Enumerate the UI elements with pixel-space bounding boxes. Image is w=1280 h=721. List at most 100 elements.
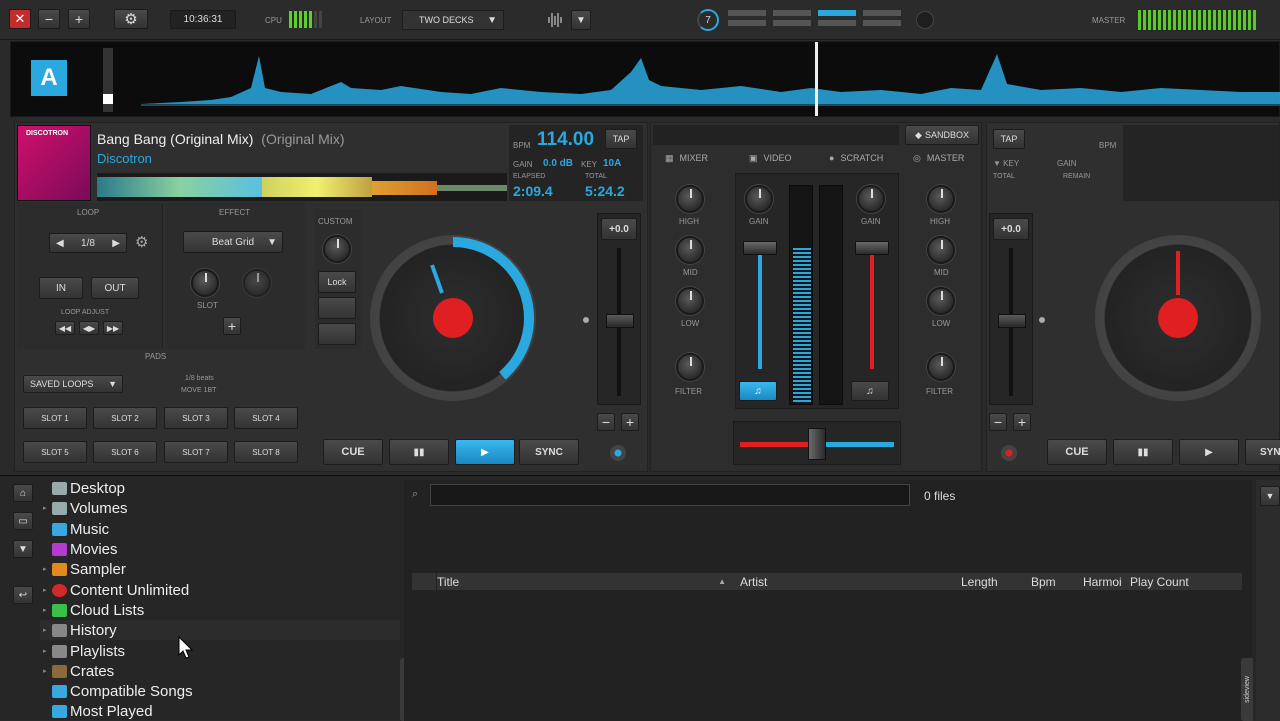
- crossfader-handle[interactable]: [808, 428, 826, 460]
- expander-icon[interactable]: ▸: [43, 667, 47, 675]
- loop-adjust-left[interactable]: ◀◀: [55, 321, 75, 335]
- tab-master[interactable]: ◎ MASTER: [913, 153, 964, 164]
- column-title[interactable]: Title ▲: [436, 573, 732, 590]
- expander-icon[interactable]: ▸: [43, 586, 47, 594]
- eq-low-knob-b[interactable]: [927, 287, 955, 315]
- loop-size-selector[interactable]: ◀ 1/8 ▶: [49, 233, 127, 253]
- gain-knob-a[interactable]: [745, 185, 773, 213]
- deck-segment[interactable]: [773, 10, 811, 16]
- pitch-minus-button[interactable]: −: [597, 413, 615, 431]
- pad-slot-8[interactable]: SLOT 8: [234, 441, 298, 463]
- pad-slot-3[interactable]: SLOT 3: [164, 407, 228, 429]
- jog-wheel[interactable]: [370, 235, 536, 401]
- deck-b-sync-button[interactable]: SYN: [1245, 439, 1280, 465]
- folder-content-unlimited[interactable]: Content Unlimited: [52, 580, 189, 600]
- deck-b-pitch-minus-button[interactable]: −: [989, 413, 1007, 431]
- pitch-plus-button[interactable]: +: [621, 413, 639, 431]
- loop-in-button[interactable]: IN: [39, 277, 83, 299]
- deck-b-tap-button[interactable]: TAP: [993, 129, 1025, 149]
- folder-cloud-lists[interactable]: Cloud Lists: [52, 600, 144, 620]
- saved-loops-select[interactable]: SAVED LOOPS ▼: [23, 375, 123, 393]
- effect-select[interactable]: Beat Grid ▼: [183, 231, 283, 253]
- close-button[interactable]: ✕: [9, 9, 31, 29]
- play-button[interactable]: ▶: [455, 439, 515, 465]
- sideview-filter-icon[interactable]: ▼: [1260, 486, 1280, 506]
- deck-b-pitch-plus-button[interactable]: +: [1013, 413, 1031, 431]
- volume-fader-b-handle[interactable]: [855, 241, 889, 255]
- mini-waveform[interactable]: [97, 173, 507, 201]
- sync-button[interactable]: SYNC: [519, 439, 579, 465]
- waveform-icon[interactable]: [548, 12, 564, 28]
- custom-button-3[interactable]: [318, 323, 356, 345]
- pitch-reset-dot[interactable]: [583, 317, 589, 323]
- deck-segment[interactable]: [728, 10, 766, 16]
- effect-knob-1[interactable]: [191, 269, 219, 297]
- deck-b-jog-wheel[interactable]: [1095, 235, 1261, 401]
- folder-volumes[interactable]: Volumes: [52, 498, 128, 518]
- filter-knob-b[interactable]: [927, 353, 955, 381]
- folder-playlists[interactable]: Playlists: [52, 641, 125, 661]
- expander-icon[interactable]: ▸: [43, 565, 47, 573]
- pause-button[interactable]: ▮▮: [389, 439, 449, 465]
- sandbox-button[interactable]: ◆ SANDBOX: [905, 125, 979, 145]
- loop-adjust-both[interactable]: ◀▶: [79, 321, 99, 335]
- tap-button[interactable]: TAP: [605, 129, 637, 149]
- expander-icon[interactable]: ▸: [43, 504, 47, 512]
- pad-slot-7[interactable]: SLOT 7: [164, 441, 228, 463]
- level-fader[interactable]: [103, 48, 113, 112]
- folder-desktop[interactable]: Desktop: [52, 478, 125, 498]
- layout-select[interactable]: TWO DECKS ▼: [402, 10, 504, 30]
- effect-knob-2[interactable]: [243, 269, 271, 297]
- crossfader[interactable]: [733, 421, 901, 465]
- pad-slot-2[interactable]: SLOT 2: [93, 407, 157, 429]
- deck-b-sync-indicator[interactable]: [1001, 445, 1017, 461]
- eq-high-knob-b[interactable]: [927, 185, 955, 213]
- deck-segment[interactable]: [773, 20, 811, 26]
- column-bpm[interactable]: Bpm: [1031, 573, 1056, 590]
- deck-b-cue-button[interactable]: CUE: [1047, 439, 1107, 465]
- eq-mid-knob-b[interactable]: [927, 236, 955, 264]
- gain-knob-b[interactable]: [857, 185, 885, 213]
- maximize-button[interactable]: +: [68, 9, 90, 29]
- deck-segment-active[interactable]: [818, 10, 856, 16]
- tab-scratch[interactable]: ● SCRATCH: [829, 153, 883, 163]
- sideview-tab[interactable]: sideview: [1241, 658, 1253, 721]
- deck-b-pitch-handle[interactable]: [998, 314, 1026, 328]
- folder-sampler[interactable]: Sampler: [52, 559, 126, 579]
- search-input[interactable]: [430, 484, 910, 506]
- headphones-button-b[interactable]: ♫: [851, 381, 889, 401]
- headphones-button-a[interactable]: ♫: [739, 381, 777, 401]
- pad-slot-1[interactable]: SLOT 1: [23, 407, 87, 429]
- pad-slot-6[interactable]: SLOT 6: [93, 441, 157, 463]
- column-harmonic[interactable]: Harmoi: [1083, 573, 1125, 590]
- folder-compatible-songs[interactable]: Compatible Songs: [52, 681, 193, 701]
- eq-mid-knob-a[interactable]: [676, 236, 704, 264]
- custom-knob[interactable]: [323, 235, 351, 263]
- volume-fader-a-handle[interactable]: [743, 241, 777, 255]
- folder-history[interactable]: History: [52, 620, 117, 640]
- tab-mixer[interactable]: ▦ MIXER: [665, 153, 708, 164]
- waveform-dropdown[interactable]: ▼: [571, 10, 591, 30]
- deck-segment[interactable]: [863, 10, 901, 16]
- minimize-button[interactable]: −: [38, 9, 60, 29]
- eq-low-knob-a[interactable]: [676, 287, 704, 315]
- pitch-slider-handle[interactable]: [606, 314, 634, 328]
- expander-icon[interactable]: ▸: [43, 626, 47, 634]
- deck-b-play-button[interactable]: ▶: [1179, 439, 1239, 465]
- expander-icon[interactable]: ▸: [43, 647, 47, 655]
- column-length[interactable]: Length: [961, 573, 998, 590]
- folder-movies[interactable]: Movies: [52, 539, 118, 559]
- folder-crates[interactable]: Crates: [52, 661, 114, 681]
- record-button[interactable]: [916, 11, 934, 29]
- pad-slot-4[interactable]: SLOT 4: [234, 407, 298, 429]
- deck-segment[interactable]: [818, 20, 856, 26]
- loop-out-button[interactable]: OUT: [91, 277, 139, 299]
- column-artist[interactable]: Artist: [740, 573, 767, 590]
- filter-knob-a[interactable]: [676, 353, 704, 381]
- add-effect-button[interactable]: +: [223, 317, 241, 335]
- lock-button[interactable]: Lock: [318, 271, 356, 293]
- deck-b-pause-button[interactable]: ▮▮: [1113, 439, 1173, 465]
- expander-icon[interactable]: ▸: [43, 606, 47, 614]
- deck-a-sync-indicator[interactable]: [610, 445, 626, 461]
- column-play-count[interactable]: Play Count: [1130, 573, 1189, 590]
